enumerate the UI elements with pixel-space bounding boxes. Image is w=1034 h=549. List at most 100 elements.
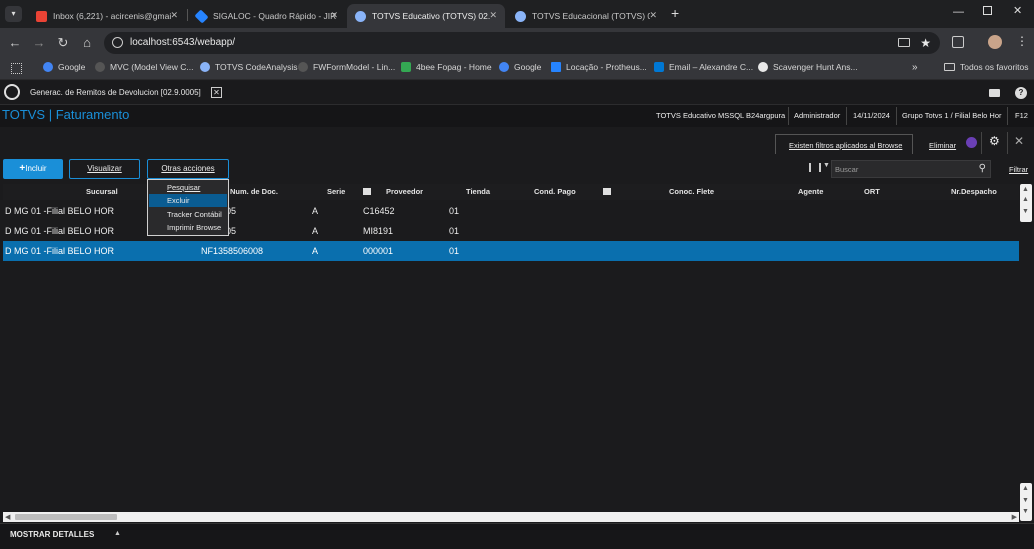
filtrar-link[interactable]: Filtrar <box>1009 165 1028 174</box>
otras-acciones-label: Otras acciones <box>161 164 215 173</box>
gear-icon[interactable]: ⚙ <box>989 134 1000 148</box>
horizontal-scrollbar[interactable]: ◀ ▶ <box>3 512 1019 522</box>
menu-item-excluir[interactable]: Excluir <box>149 194 227 207</box>
chevron-right-icon[interactable]: » <box>912 62 918 73</box>
all-favorites-folder[interactable]: Todos os favoritos <box>944 62 1029 72</box>
app-title-bar: Generac. de Remitos de Devolucion [02.9.… <box>0 81 1034 105</box>
col-conoc-flete[interactable]: Conoc. Flete <box>669 187 714 196</box>
browse-toolbar: Existen filtros aplicados al Browse Elim… <box>0 127 1034 183</box>
install-app-icon[interactable] <box>898 38 910 47</box>
home-icon[interactable]: ⌂ <box>79 35 95 51</box>
restore-button[interactable] <box>983 6 992 15</box>
divider <box>1007 132 1008 154</box>
site-info-icon[interactable] <box>112 37 123 48</box>
col-serie[interactable]: Serie <box>327 187 345 196</box>
col-proveedor[interactable]: Proveedor <box>386 187 423 196</box>
columns-icon[interactable] <box>809 163 821 172</box>
search-icon[interactable]: ⚲ <box>979 163 986 174</box>
incluir-button[interactable]: +Incluir <box>3 159 63 179</box>
4bee-icon <box>401 62 411 72</box>
new-tab-button[interactable]: + <box>671 6 679 20</box>
forward-icon[interactable]: → <box>31 35 47 51</box>
profile-avatar[interactable] <box>988 35 1002 49</box>
menu-item-pesquisar[interactable]: Pesquisar <box>149 181 227 194</box>
module-title: TOTVS | Faturamento <box>2 107 130 122</box>
search-input[interactable]: Buscar ⚲ <box>831 160 991 178</box>
vertical-scrollbar-top[interactable]: ▲ ▲ ▼ <box>1020 184 1032 222</box>
apps-grid-icon[interactable] <box>11 63 22 74</box>
arrow-up-icon[interactable]: ▲ <box>1022 186 1029 193</box>
bookmark-scavenger[interactable]: Scavenger Hunt Ans... <box>758 62 858 72</box>
bookmark-codeanalysis[interactable]: TOTVS CodeAnalysis <box>200 62 298 72</box>
cell-sucursal: D MG 01 -Filial BELO HOR <box>5 226 115 236</box>
reload-icon[interactable]: ↻ <box>55 35 71 51</box>
menu-item-tracker-contabil[interactable]: Tracker Contábil <box>149 208 227 221</box>
extensions-icon[interactable] <box>952 36 964 48</box>
chevron-up-icon[interactable]: ▲ <box>114 530 121 537</box>
col-ort[interactable]: ORT <box>864 187 880 196</box>
legend-icon[interactable] <box>603 188 611 195</box>
tab-search-button[interactable]: ▾ <box>5 6 22 22</box>
close-icon[interactable]: ✕ <box>1014 134 1024 148</box>
bookmark-google[interactable]: Google <box>43 62 85 72</box>
legend-icon[interactable] <box>363 188 371 195</box>
col-cond-pago[interactable]: Cond. Pago <box>534 187 576 196</box>
close-icon[interactable]: ✕ <box>170 10 178 21</box>
scroll-thumb[interactable] <box>15 514 117 520</box>
close-icon[interactable]: ✕ <box>489 10 497 21</box>
url-field[interactable]: localhost:6543/webapp/ ★ <box>104 32 940 54</box>
bookmark-fwformmodel[interactable]: FWFormModel - Lin... <box>298 62 395 72</box>
col-tienda[interactable]: Tienda <box>466 187 490 196</box>
bookmark-email[interactable]: Email – Alexandre C... <box>654 62 753 72</box>
visualizar-button[interactable]: Visualizar <box>69 159 140 179</box>
bookmark-label: MVC (Model View C... <box>110 62 194 72</box>
f12-shortcut[interactable]: F12 <box>1015 111 1028 120</box>
cell-sucursal: D MG 01 -Filial BELO HOR <box>5 246 115 256</box>
col-num-doc[interactable]: Num. de Doc. <box>230 187 278 196</box>
menu-item-imprimir-browse[interactable]: Imprimir Browse <box>149 221 227 234</box>
close-window-tab-icon[interactable]: ✕ <box>211 87 222 98</box>
bookmark-star-icon[interactable]: ★ <box>920 32 931 54</box>
col-nr-despacho[interactable]: Nr.Despacho <box>951 187 997 196</box>
close-icon[interactable]: ✕ <box>649 10 657 21</box>
bookmark-mvc[interactable]: MVC (Model View C... <box>95 62 193 72</box>
gmail-icon <box>36 10 47 22</box>
col-agente[interactable]: Agente <box>798 187 823 196</box>
arrow-up-icon[interactable]: ▲ <box>1022 196 1029 203</box>
arrow-down-icon[interactable]: ▼ <box>1022 497 1029 504</box>
close-icon[interactable]: ✕ <box>330 10 338 21</box>
tab-sigaloc[interactable]: SIGALOC - Quadro Rápido - JIR ✕ <box>188 4 346 28</box>
help-icon[interactable]: ? <box>1015 87 1027 99</box>
filter-remove-link[interactable]: Eliminar <box>929 141 956 150</box>
branch-info[interactable]: Grupo Totvs 1 / Filial Belo Hor <box>902 111 1002 120</box>
mail-icon[interactable] <box>989 89 1000 97</box>
back-icon[interactable]: ← <box>7 35 23 51</box>
filter-notice-link[interactable]: Existen filtros aplicados al Browse <box>789 141 902 150</box>
tab-totvs-educativo[interactable]: TOTVS Educativo (TOTVS) 02.9 ✕ <box>347 4 505 28</box>
arrow-left-icon[interactable]: ◀ <box>5 513 10 521</box>
col-sucursal[interactable]: Sucursal <box>86 187 118 196</box>
table-row-selected[interactable]: D MG 01 -Filial BELO HOR NF1358506008 A … <box>3 241 1019 261</box>
bookmark-4bee[interactable]: 4bee Fopag - Home <box>401 62 492 72</box>
cell-serie: A <box>312 246 319 256</box>
arrow-down-icon[interactable]: ▼ <box>1022 208 1029 215</box>
bookmark-locacao[interactable]: Locação - Protheus... <box>551 62 647 72</box>
arrow-right-icon[interactable]: ▶ <box>1012 513 1017 521</box>
arrow-down-icon[interactable]: ▼ <box>1022 508 1029 515</box>
window-title: Generac. de Remitos de Devolucion [02.9.… <box>30 88 201 97</box>
mostrar-detalles-button[interactable]: MOSTRAR DETALLES <box>10 530 94 539</box>
otras-acciones-button[interactable]: Otras acciones <box>147 159 229 179</box>
minimize-button[interactable]: — <box>953 6 964 18</box>
arrow-up-icon[interactable]: ▲ <box>1022 485 1029 492</box>
close-window-button[interactable]: ✕ <box>1013 4 1022 17</box>
vertical-scrollbar-bottom[interactable]: ▲ ▼ ▼ <box>1020 483 1032 521</box>
browser-menu-icon[interactable]: ⋮ <box>1016 34 1028 48</box>
cell-proveedor: 000001 <box>363 246 394 256</box>
tab-totvs-educacional[interactable]: TOTVS Educacional (TOTVS) 02 ✕ <box>507 4 665 28</box>
chevron-down-icon[interactable]: ▼ <box>823 162 830 169</box>
divider <box>846 107 847 125</box>
theme-icon[interactable] <box>966 137 977 148</box>
tab-inbox[interactable]: Inbox (6,221) - acircenis@gmai ✕ <box>28 4 186 28</box>
cell-sucursal: D MG 01 -Filial BELO HOR <box>5 206 115 216</box>
bookmark-google-2[interactable]: Google <box>499 62 541 72</box>
